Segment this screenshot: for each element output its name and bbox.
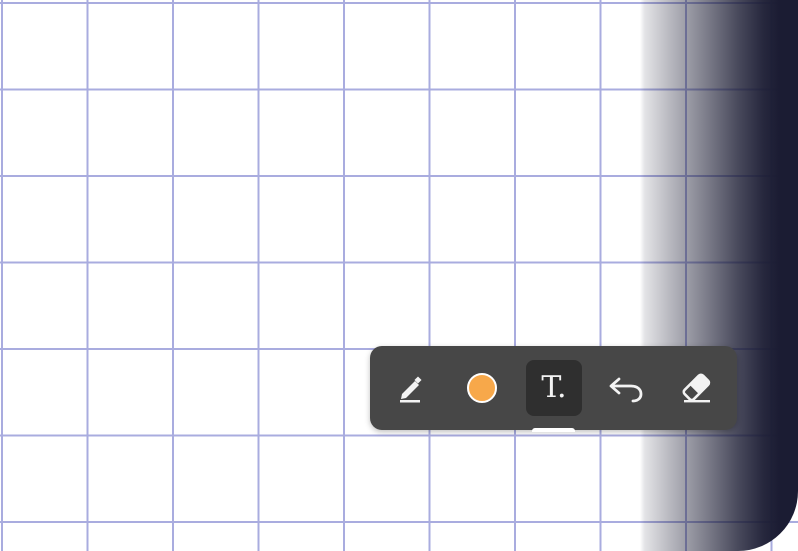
pencil-tool-button[interactable] — [382, 360, 438, 416]
active-tool-indicator — [532, 428, 575, 432]
eraser-icon — [682, 373, 711, 403]
text-icon: T. — [541, 370, 567, 405]
undo-button[interactable] — [598, 360, 654, 416]
eraser-button[interactable] — [668, 360, 724, 416]
text-tool-button[interactable]: T. — [526, 360, 582, 416]
pencil-icon — [400, 376, 422, 403]
color-picker-button[interactable] — [454, 360, 510, 416]
undo-icon — [609, 377, 643, 403]
color-swatch — [467, 373, 497, 403]
drawing-toolbar: T. — [370, 346, 737, 430]
panel-edge-shadow — [640, 0, 798, 551]
